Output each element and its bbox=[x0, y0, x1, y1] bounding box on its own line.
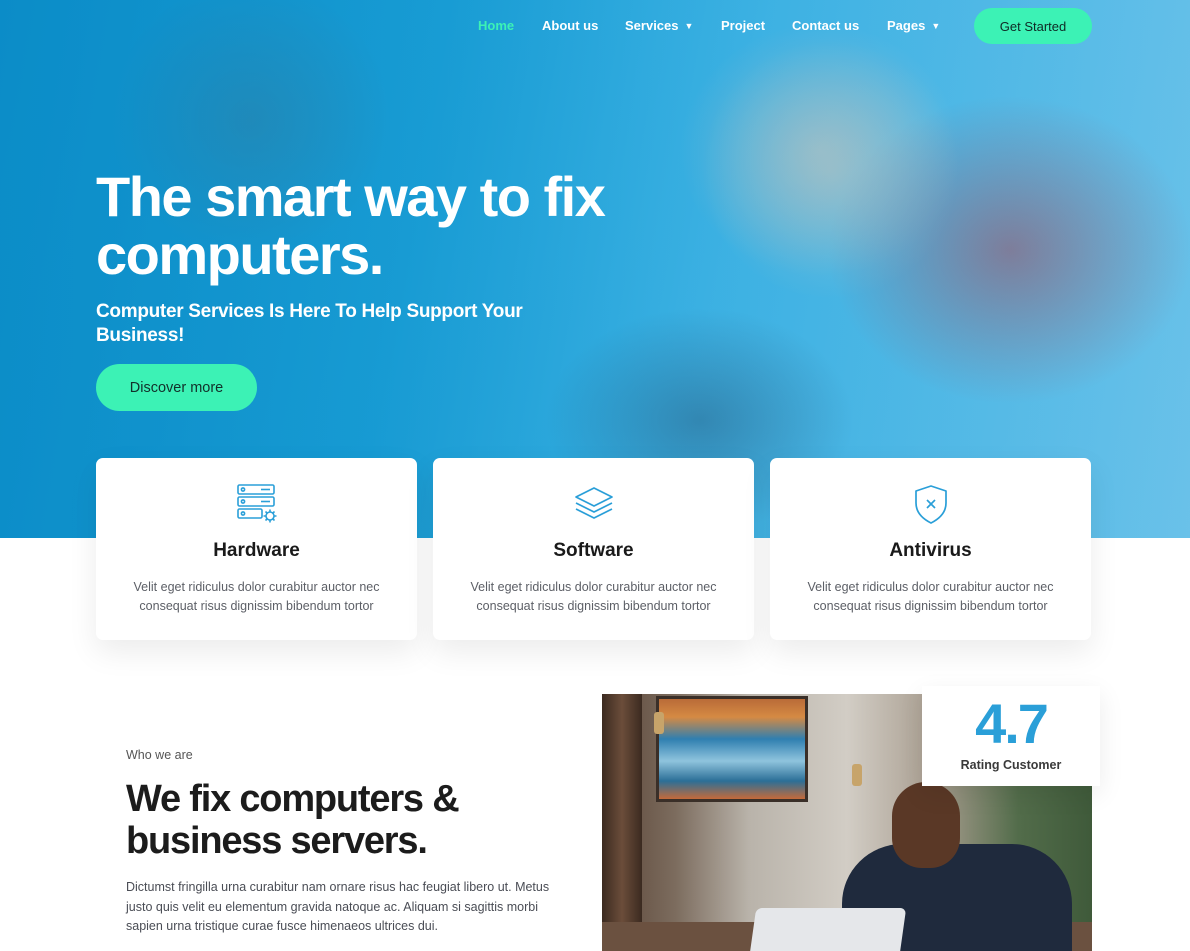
layers-icon bbox=[574, 487, 613, 519]
service-title: Antivirus bbox=[889, 540, 972, 561]
service-description: Velit eget ridiculus dolor curabitur auc… bbox=[807, 580, 1054, 613]
rating-badge: 4.7 Rating Customer bbox=[922, 686, 1100, 786]
about-text: Dictumst fringilla urna curabitur nam or… bbox=[126, 880, 550, 933]
service-description: Velit eget ridiculus dolor curabitur auc… bbox=[470, 580, 717, 613]
nav-item-about[interactable]: About us bbox=[542, 18, 598, 33]
service-description: Velit eget ridiculus dolor curabitur auc… bbox=[133, 580, 380, 613]
shield-x-icon bbox=[914, 485, 947, 524]
nav-item-project[interactable]: Project bbox=[721, 18, 765, 33]
server-gear-icon bbox=[236, 484, 276, 523]
nav-item-contact[interactable]: Contact us bbox=[792, 18, 859, 33]
service-card-hardware[interactable]: Hardware Velit eget ridiculus dolor cura… bbox=[96, 458, 417, 640]
about-title: We fix computers & business servers. bbox=[126, 778, 460, 862]
nav-item-pages[interactable]: Pages ▼ bbox=[887, 18, 940, 33]
discover-more-button[interactable]: Discover more bbox=[96, 364, 257, 411]
nav-item-services[interactable]: Services ▼ bbox=[625, 18, 693, 33]
service-card-software[interactable]: Software Velit eget ridiculus dolor cura… bbox=[433, 458, 754, 640]
rating-value: 4.7 bbox=[975, 692, 1049, 755]
hero-title: The smart way to fix computers. bbox=[96, 165, 606, 286]
service-title: Hardware bbox=[213, 540, 300, 561]
chevron-down-icon: ▼ bbox=[684, 21, 694, 31]
nav-item-home[interactable]: Home bbox=[478, 18, 514, 33]
service-card-antivirus[interactable]: Antivirus Velit eget ridiculus dolor cur… bbox=[770, 458, 1091, 640]
chevron-down-icon: ▼ bbox=[931, 21, 941, 31]
main-navigation: Home About us Services ▼ Project Contact … bbox=[0, 0, 1190, 52]
rating-label: Rating Customer bbox=[960, 758, 1062, 772]
hero-subtitle: Computer Services Is Here To Help Suppor… bbox=[96, 301, 523, 346]
get-started-button[interactable]: Get Started bbox=[974, 8, 1092, 44]
hero-background-photo bbox=[700, 40, 960, 300]
section-eyebrow: Who we are bbox=[126, 748, 193, 762]
service-title: Software bbox=[553, 540, 634, 561]
